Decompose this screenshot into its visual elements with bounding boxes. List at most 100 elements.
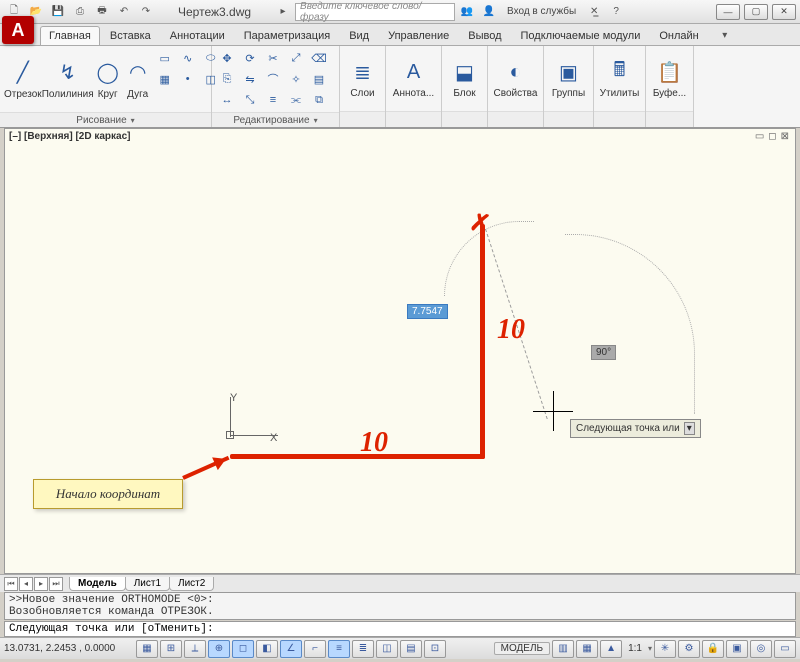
- app-menu-icon[interactable]: A: [2, 16, 34, 44]
- people-icon[interactable]: 👥: [457, 2, 477, 22]
- selection-cycling-toggle[interactable]: ⊡: [424, 640, 446, 658]
- break-icon[interactable]: ⧉: [308, 90, 330, 110]
- qat-redo-icon[interactable]: ↷: [136, 2, 156, 22]
- sheet-prev-icon[interactable]: ◂: [19, 577, 33, 591]
- properties-button[interactable]: ◐Свойства: [492, 49, 539, 109]
- arc-button[interactable]: ◠Дуга: [124, 49, 152, 109]
- signin-link[interactable]: Вход в службы: [507, 6, 576, 17]
- clean-screen-icon[interactable]: ▭: [774, 640, 796, 658]
- hatch-icon[interactable]: ▦: [154, 69, 176, 89]
- workspace-model-label[interactable]: МОДЕЛЬ: [494, 642, 550, 655]
- command-input[interactable]: Следующая точка или [оТменить]:: [4, 621, 796, 637]
- erase-icon[interactable]: ⌫: [308, 48, 330, 68]
- tab-plugins[interactable]: Подключаемые модули: [512, 26, 650, 45]
- explode-icon[interactable]: ✧: [285, 69, 307, 89]
- help-icon[interactable]: ?: [606, 2, 626, 22]
- mirror-icon[interactable]: ⇋: [239, 69, 261, 89]
- tab-manage[interactable]: Управление: [379, 26, 458, 45]
- maximize-button[interactable]: ▢: [744, 4, 768, 20]
- sheet-first-icon[interactable]: ⏮: [4, 577, 18, 591]
- annoscale-auto-icon[interactable]: ✳: [654, 640, 676, 658]
- tab-home[interactable]: Главная: [40, 26, 100, 45]
- grid-toggle[interactable]: ⊞: [160, 640, 182, 658]
- sheet-tab-layout1[interactable]: Лист1: [125, 577, 170, 591]
- close-button[interactable]: ✕: [772, 4, 796, 20]
- tab-view[interactable]: Вид: [340, 26, 378, 45]
- viewport-close-icon[interactable]: ⊠: [781, 131, 789, 142]
- coordinate-display[interactable]: 13.0731, 2.2453 , 0.0000: [4, 643, 134, 654]
- sheet-next-icon[interactable]: ▸: [34, 577, 48, 591]
- clipboard-button[interactable]: 📋Буфе...: [650, 49, 689, 109]
- sheet-tab-model[interactable]: Модель: [69, 577, 126, 591]
- copy-icon[interactable]: ⎘: [216, 69, 238, 89]
- annoscale-icon[interactable]: ▲: [600, 640, 622, 658]
- extend-icon[interactable]: ⤢: [285, 48, 307, 68]
- snap-toggle[interactable]: ▦: [136, 640, 158, 658]
- rotate-icon[interactable]: ⟳: [239, 48, 261, 68]
- qat-saveas-icon[interactable]: ⎙: [70, 2, 90, 22]
- layout-quickview-icon[interactable]: ▥: [552, 640, 574, 658]
- panel-edit-title[interactable]: Редактирование▾: [212, 112, 339, 127]
- viewport-max-icon[interactable]: ◻: [768, 131, 776, 142]
- ducs-toggle[interactable]: ⌐: [304, 640, 326, 658]
- viewport-min-icon[interactable]: ▭: [755, 131, 764, 142]
- move-icon[interactable]: ✥: [216, 48, 238, 68]
- polyline-button[interactable]: ↯Полилиния: [44, 49, 92, 109]
- groups-button[interactable]: ▣Группы: [548, 49, 589, 109]
- stretch-icon[interactable]: ↔: [216, 90, 238, 110]
- offset-icon[interactable]: ≡: [262, 90, 284, 110]
- fillet-icon[interactable]: ⌒: [262, 69, 284, 89]
- panel-draw-title[interactable]: Рисование▾: [0, 112, 211, 127]
- circle-button[interactable]: ◯Круг: [94, 49, 122, 109]
- hardware-accel-icon[interactable]: ▣: [726, 640, 748, 658]
- signin-icon[interactable]: 👤: [479, 2, 499, 22]
- array-icon[interactable]: ▤: [308, 69, 330, 89]
- drawing-quickview-icon[interactable]: ▦: [576, 640, 598, 658]
- search-input[interactable]: Введите ключевое слово/фразу: [295, 3, 455, 21]
- spline-icon[interactable]: ∿: [177, 48, 199, 68]
- tab-online[interactable]: Онлайн: [650, 26, 707, 45]
- sheet-tab-layout2[interactable]: Лист2: [169, 577, 214, 591]
- utilities-button[interactable]: 🖩Утилиты: [598, 49, 641, 109]
- block-button[interactable]: ⬓Блок: [446, 49, 483, 109]
- join-icon[interactable]: ⫘: [285, 90, 307, 110]
- exchange-icon[interactable]: ✕̲: [584, 2, 604, 22]
- layers-button[interactable]: ≣Слои: [344, 49, 381, 109]
- sheet-last-icon[interactable]: ⏭: [49, 577, 63, 591]
- dyn-toggle[interactable]: ≡: [328, 640, 350, 658]
- dynamic-angle-display: 90°: [591, 345, 616, 360]
- ortho-toggle[interactable]: ⟂: [184, 640, 206, 658]
- tab-parametric[interactable]: Параметризация: [235, 26, 339, 45]
- qat-print-icon[interactable]: 🖶: [92, 2, 112, 22]
- tooltip-down-icon[interactable]: ▾: [684, 422, 695, 435]
- scale-menu-icon[interactable]: ▾: [648, 644, 652, 653]
- transparency-toggle[interactable]: ◫: [376, 640, 398, 658]
- annotate-button[interactable]: AАннота...: [390, 49, 437, 109]
- lineweight-toggle[interactable]: ≣: [352, 640, 374, 658]
- dynamic-distance-input[interactable]: 7.7547: [407, 304, 448, 319]
- line-button[interactable]: ╱Отрезок: [4, 49, 42, 109]
- qat-save-icon[interactable]: 💾: [48, 2, 68, 22]
- qat-undo-icon[interactable]: ↶: [114, 2, 134, 22]
- tab-output[interactable]: Вывод: [459, 26, 510, 45]
- ribbon-expand-icon[interactable]: ▾: [715, 25, 735, 45]
- annotation-scale-value[interactable]: 1:1: [624, 643, 646, 654]
- tab-annotate[interactable]: Аннотации: [161, 26, 234, 45]
- rectangle-icon[interactable]: ▭: [154, 48, 176, 68]
- polar-toggle[interactable]: ⊕: [208, 640, 230, 658]
- point-icon[interactable]: •: [177, 69, 199, 89]
- isolate-objects-icon[interactable]: ◎: [750, 640, 772, 658]
- panel-properties: ◐Свойства: [488, 46, 544, 127]
- osnap3d-toggle[interactable]: ◧: [256, 640, 278, 658]
- minimize-button[interactable]: —: [716, 4, 740, 20]
- tab-insert[interactable]: Вставка: [101, 26, 160, 45]
- scale-icon[interactable]: ⤡: [239, 90, 261, 110]
- viewport-label[interactable]: [–] [Верхняя] [2D каркас]: [9, 131, 131, 142]
- otrack-toggle[interactable]: ∠: [280, 640, 302, 658]
- toolbar-lock-icon[interactable]: 🔒: [702, 640, 724, 658]
- workspace-switch-icon[interactable]: ⚙: [678, 640, 700, 658]
- drawing-canvas[interactable]: [–] [Верхняя] [2D каркас] ▭ ◻ ⊠ Y X ✗ 10…: [4, 128, 796, 574]
- trim-icon[interactable]: ✂: [262, 48, 284, 68]
- quickprops-toggle[interactable]: ▤: [400, 640, 422, 658]
- osnap-toggle[interactable]: ◻: [232, 640, 254, 658]
